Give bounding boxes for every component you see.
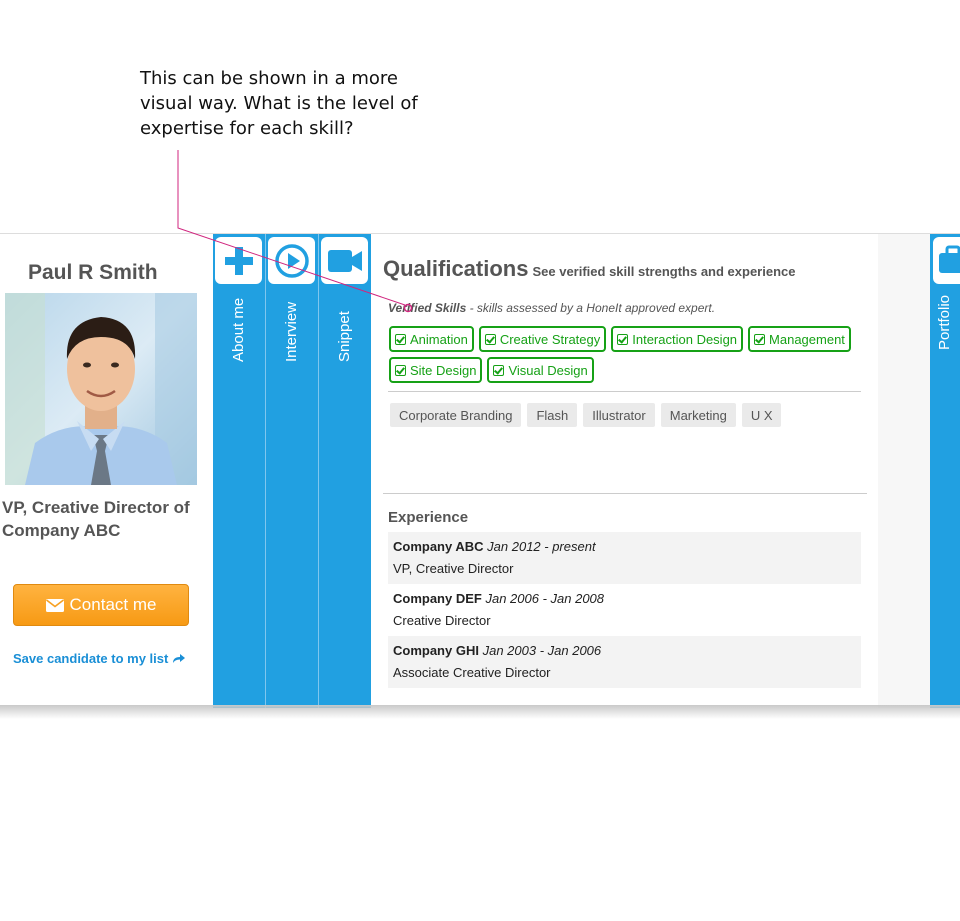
experience-company: Company GHI <box>393 643 479 658</box>
annotation-note: This can be shown in a more visual way. … <box>140 68 418 139</box>
tab-interview[interactable]: Interview <box>266 234 318 708</box>
experience-list: Company ABC Jan 2012 - present VP, Creat… <box>388 532 861 688</box>
checkbox-icon <box>484 333 496 345</box>
verified-skill-badge[interactable]: Management <box>748 326 851 352</box>
save-candidate-label: Save candidate to my list <box>13 651 169 666</box>
panel-gutter <box>878 234 930 708</box>
skill-tag[interactable]: Flash <box>527 403 578 427</box>
checkbox-icon <box>395 364 406 376</box>
skill-tag[interactable]: Corporate Branding <box>390 403 522 427</box>
experience-item: Company DEF Jan 2006 - Jan 2008 Creative… <box>388 584 861 636</box>
candidate-name: Paul R Smith <box>28 261 158 284</box>
experience-role: VP, Creative Director <box>393 561 514 576</box>
section-divider <box>383 493 867 494</box>
experience-heading: Experience <box>388 509 469 526</box>
tab-label-portfolio: Portfolio <box>936 294 953 350</box>
video-camera-icon <box>321 237 368 284</box>
verified-skill-badge[interactable]: Animation <box>389 326 474 352</box>
candidate-title: VP, Creative Director of Company ABC <box>2 498 190 540</box>
plus-icon <box>215 237 262 284</box>
tab-label-snippet: Snippet <box>336 311 353 362</box>
verified-skill-badge[interactable]: Visual Design <box>487 357 594 383</box>
skill-label: Animation <box>410 331 468 347</box>
experience-role: Creative Director <box>393 613 491 628</box>
skill-label: Site Design <box>410 362 477 378</box>
section-divider <box>388 391 861 392</box>
experience-dates: Jan 2012 - present <box>487 539 596 554</box>
experience-item: Company ABC Jan 2012 - present VP, Creat… <box>388 532 861 584</box>
experience-role: Associate Creative Director <box>393 665 551 680</box>
briefcase-icon <box>933 237 960 284</box>
candidate-profile-card: Paul R Smith VP, Creative Director of Co… <box>0 233 960 708</box>
skill-tag[interactable]: Marketing <box>660 403 736 427</box>
candidate-photo <box>5 293 197 485</box>
experience-dates: Jan 2006 - Jan 2008 <box>485 591 605 606</box>
skill-label: Management <box>769 331 845 347</box>
verified-skills-list: Animation Creative Strategy Interaction … <box>389 326 859 383</box>
skill-label: Visual Design <box>508 362 588 378</box>
tab-about-me[interactable]: About me <box>213 234 265 708</box>
experience-company: Company ABC <box>393 539 484 554</box>
qualifications-title: Qualifications <box>383 256 529 281</box>
contact-me-button[interactable]: Contact me <box>13 584 189 626</box>
skill-tag[interactable]: Illustrator <box>583 403 655 427</box>
verified-skills-note: Verified Skills - skills assessed by a H… <box>388 301 715 315</box>
contact-me-label: Contact me <box>69 595 157 614</box>
qualifications-subtitle: See verified skill strengths and experie… <box>532 264 796 279</box>
experience-item: Company GHI Jan 2003 - Jan 2006 Associat… <box>388 636 861 688</box>
verified-skills-description: - skills assessed by a HoneIt approved e… <box>466 301 716 315</box>
save-candidate-link[interactable]: Save candidate to my list <box>13 651 186 666</box>
other-skills-list: Corporate Branding Flash Illustrator Mar… <box>390 403 782 427</box>
checkbox-icon <box>395 333 406 345</box>
experience-dates: Jan 2003 - Jan 2006 <box>482 643 602 658</box>
skill-label: Creative Strategy <box>499 331 601 347</box>
qualifications-panel: Qualifications See verified skill strengt… <box>371 234 878 708</box>
verified-skill-badge[interactable]: Creative Strategy <box>478 326 607 352</box>
share-arrow-icon <box>173 654 186 663</box>
qualifications-heading: Qualifications See verified skill strengt… <box>383 256 796 282</box>
verified-skill-badge[interactable]: Interaction Design <box>611 326 744 352</box>
verified-skill-badge[interactable]: Site Design <box>389 357 483 383</box>
checkbox-icon <box>754 333 766 345</box>
experience-company: Company DEF <box>393 591 482 606</box>
verified-skills-label: Verified Skills <box>388 301 467 315</box>
play-icon <box>268 237 315 284</box>
envelope-icon <box>45 598 64 612</box>
skill-tag[interactable]: U X <box>741 403 782 427</box>
candidate-photo-image <box>5 293 197 485</box>
tab-label-about-me: About me <box>230 297 247 362</box>
card-shadow <box>0 705 960 719</box>
checkbox-icon <box>617 333 629 345</box>
checkbox-icon <box>493 364 505 376</box>
skill-label: Interaction Design <box>632 331 738 347</box>
tab-portfolio[interactable]: Portfolio <box>930 234 960 708</box>
tab-snippet[interactable]: Snippet <box>319 234 371 708</box>
tab-label-interview: Interview <box>283 301 300 362</box>
